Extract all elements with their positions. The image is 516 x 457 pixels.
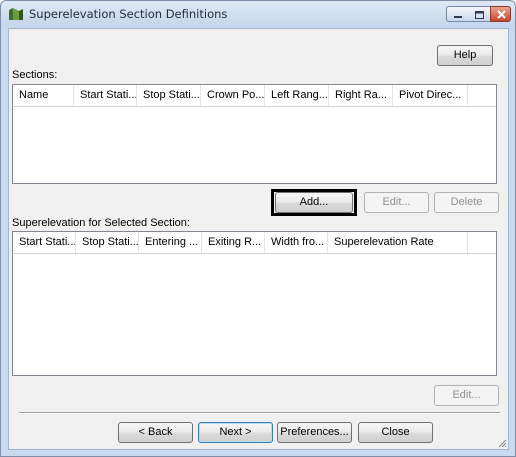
close-window-button[interactable]	[490, 6, 511, 22]
add-button[interactable]: Add...	[275, 192, 353, 213]
dialog-body: Help Sections: Name Start Stati... Stop …	[8, 28, 509, 450]
column-header[interactable]: Stop Stati...	[137, 85, 201, 106]
column-header[interactable]: Pivot Direc...	[393, 85, 468, 106]
minimize-button[interactable]	[446, 6, 469, 22]
maximize-button[interactable]	[468, 6, 491, 22]
edit-section-button[interactable]: Edit...	[364, 192, 429, 213]
sections-header: Name Start Stati... Stop Stati... Crown …	[13, 85, 496, 107]
app-icon	[9, 8, 23, 20]
window-title: Superelevation Section Definitions	[29, 7, 228, 21]
edit-superelevation-button[interactable]: Edit...	[434, 385, 499, 406]
close-icon	[497, 10, 506, 19]
delete-button[interactable]: Delete	[434, 192, 499, 213]
column-header[interactable]: Width fro...	[265, 232, 328, 253]
minimize-icon	[454, 16, 462, 18]
footer-separator	[19, 412, 500, 414]
next-button[interactable]: Next >	[198, 422, 273, 443]
column-header[interactable]: Right Ra...	[329, 85, 393, 106]
column-header[interactable]: Start Stati...	[13, 232, 76, 253]
column-header[interactable]: Stop Stati...	[76, 232, 139, 253]
close-button[interactable]: Close	[358, 422, 433, 443]
title-bar[interactable]: Superelevation Section Definitions	[1, 1, 515, 27]
superelevation-header: Start Stati... Stop Stati... Entering ..…	[13, 232, 496, 254]
column-header[interactable]: Superelevation Rate	[328, 232, 468, 253]
column-header[interactable]: Crown Po...	[201, 85, 265, 106]
sections-label: Sections:	[12, 69, 58, 81]
superelevation-list[interactable]: Start Stati... Stop Stati... Entering ..…	[12, 231, 497, 376]
preferences-button[interactable]: Preferences...	[277, 422, 352, 443]
dialog-window: Superelevation Section Definitions Help …	[0, 0, 516, 457]
column-header[interactable]: Entering ...	[139, 232, 202, 253]
sections-list[interactable]: Name Start Stati... Stop Stati... Crown …	[12, 84, 497, 184]
superelevation-label: Superelevation for Selected Section:	[12, 217, 190, 229]
column-header[interactable]: Start Stati...	[74, 85, 137, 106]
column-header[interactable]: Exiting R...	[202, 232, 265, 253]
column-header[interactable]: Left Rang...	[265, 85, 329, 106]
maximize-icon	[475, 11, 484, 19]
back-button[interactable]: < Back	[118, 422, 193, 443]
help-button[interactable]: Help	[437, 45, 493, 66]
column-header[interactable]: Name	[13, 85, 74, 106]
resize-grip-icon[interactable]	[497, 438, 507, 448]
